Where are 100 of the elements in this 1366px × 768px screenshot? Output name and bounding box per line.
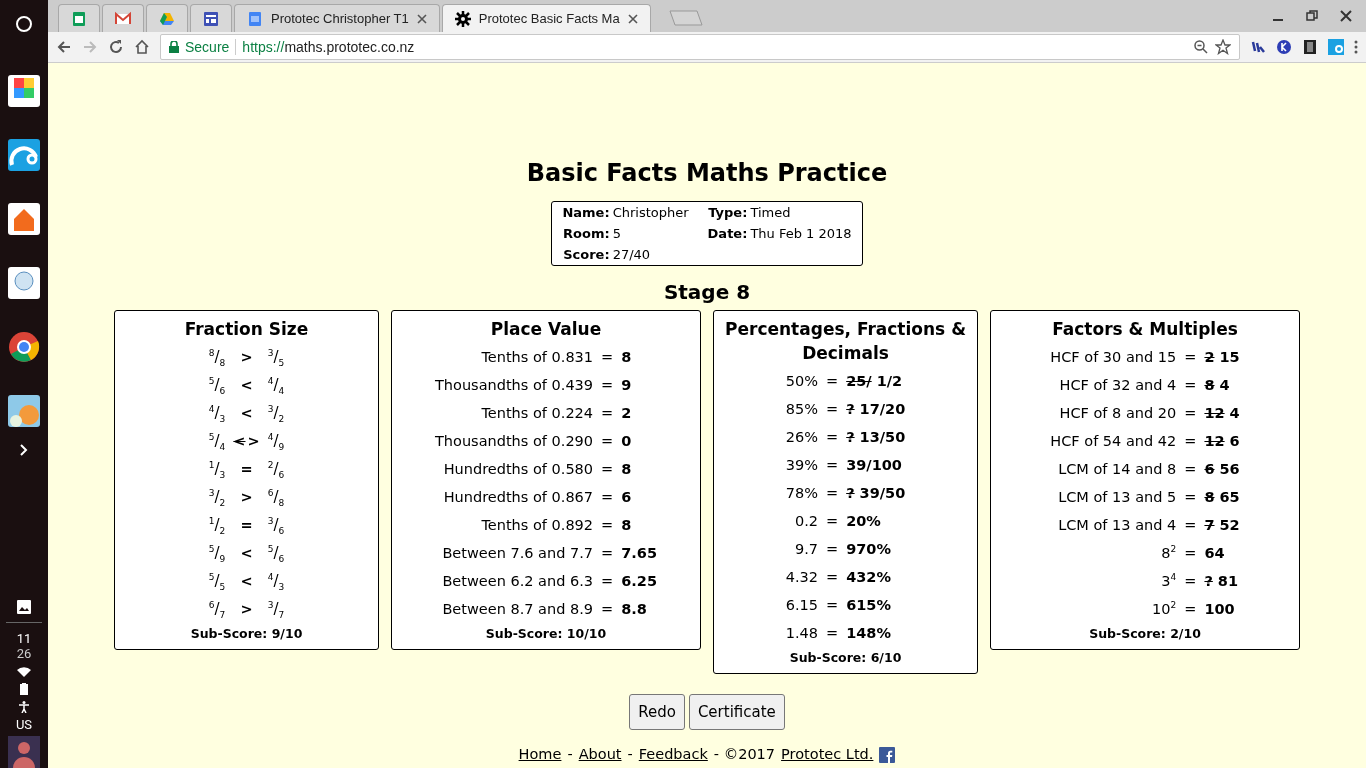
- crossed-answer: ?: [846, 400, 855, 419]
- comparison-answer: =: [240, 516, 253, 535]
- fraction: $^{5}$/$_{4}$: [208, 431, 226, 454]
- comparison-answer: >: [240, 600, 253, 619]
- secure-label: Secure: [185, 39, 230, 55]
- answer-text: 8: [621, 516, 632, 535]
- fraction: $^{1}$/$_{3}$: [208, 459, 226, 482]
- fraction: $^{3}$/$_{7}$: [267, 599, 285, 622]
- colorful-app-icon[interactable]: [8, 75, 40, 107]
- equals-sign: =: [601, 516, 614, 535]
- facebook-icon[interactable]: [879, 746, 896, 763]
- equals-sign: =: [601, 544, 614, 563]
- question-text: 50%: [785, 372, 819, 391]
- section-title: Fraction Size: [184, 318, 309, 341]
- browser-tab[interactable]: [190, 4, 232, 32]
- sub-score: Sub-Score: 10/10: [485, 625, 607, 643]
- equals-sign: =: [1184, 460, 1197, 479]
- letter-circle-icon[interactable]: [1276, 39, 1292, 55]
- question-text: Hundredths of 0.580: [442, 460, 594, 479]
- footer-link[interactable]: Feedback: [638, 746, 708, 763]
- fraction: $^{3}$/$_{6}$: [267, 515, 285, 538]
- equals-sign: =: [826, 624, 839, 643]
- equals-sign: =: [601, 348, 614, 367]
- question-text: HCF of 8 and 20: [1058, 404, 1177, 423]
- home-icon[interactable]: [134, 39, 150, 55]
- close-icon[interactable]: [627, 13, 638, 24]
- answer-text: 4: [1229, 404, 1240, 423]
- film-icon[interactable]: [1302, 39, 1318, 55]
- avatar-icon[interactable]: [8, 736, 40, 768]
- crossed-answer: 25/: [846, 372, 872, 391]
- equals-sign: =: [1184, 348, 1197, 367]
- browser-tab[interactable]: [58, 4, 100, 32]
- answer-text: 8: [621, 348, 632, 367]
- browser-tab[interactable]: Prototec Christopher T1: [234, 4, 440, 32]
- stage-heading: Stage 8: [663, 280, 751, 304]
- question-text: Between 7.6 and 7.7: [441, 544, 594, 563]
- question-text: 3$^{4}$: [1160, 571, 1177, 591]
- footer-link[interactable]: About: [578, 746, 622, 763]
- question-text: LCM of 13 and 4: [1057, 516, 1177, 535]
- answer-text: 13/50: [859, 428, 906, 447]
- equals-sign: =: [601, 488, 614, 507]
- info-label: Room:: [562, 225, 610, 243]
- question-text: 4.32: [785, 568, 819, 587]
- crossed-answer: 2: [1204, 348, 1215, 367]
- footer-link[interactable]: Home: [518, 746, 562, 763]
- browser-tab[interactable]: Prototec Basic Facts Ma: [441, 4, 651, 32]
- fraction: $^{3}$/$_{5}$: [267, 347, 285, 370]
- form-icon: [203, 10, 219, 27]
- answer-text: 6: [621, 488, 632, 507]
- question-text: HCF of 30 and 15: [1050, 348, 1177, 367]
- browser-tab[interactable]: [102, 4, 144, 32]
- image-icon[interactable]: [17, 600, 31, 614]
- action-button[interactable]: Certificate: [688, 694, 785, 730]
- reload-icon[interactable]: [108, 39, 124, 55]
- crossed-answer: 8: [1204, 488, 1215, 507]
- menu-icon[interactable]: [1354, 39, 1358, 55]
- battery-icon: [20, 683, 28, 695]
- info-label: Type:: [707, 204, 748, 222]
- answer-text: 56: [1219, 460, 1240, 479]
- comparison-answer: <: [240, 544, 253, 563]
- footer-link[interactable]: Prototec Ltd.: [781, 746, 874, 763]
- info-value: 27/40: [612, 246, 652, 264]
- fraction: $^{5}$/$_{5}$: [208, 571, 226, 594]
- equals-sign: =: [1184, 516, 1197, 535]
- fraction: $^{8}$/$_{8}$: [208, 347, 226, 370]
- info-label: Score:: [562, 246, 610, 264]
- answer-text: 432%: [846, 568, 891, 587]
- close-icon[interactable]: [416, 13, 427, 24]
- wave-icon[interactable]: [1328, 39, 1344, 55]
- address-bar[interactable]: Secure https://maths.prototec.co.nz: [160, 34, 1240, 60]
- back-icon[interactable]: [56, 39, 72, 55]
- comparison-answer: <: [240, 404, 253, 423]
- gear-icon: [454, 10, 471, 27]
- circle-app-icon[interactable]: [8, 267, 40, 299]
- crossed-answer: ?: [1204, 572, 1213, 591]
- launcher-icon[interactable]: [15, 15, 33, 33]
- zoom-out-icon[interactable]: [1193, 39, 1209, 55]
- house-app-icon[interactable]: [8, 203, 40, 235]
- fraction: $^{2}$/$_{6}$: [267, 459, 285, 482]
- wave-app-icon[interactable]: [8, 139, 40, 171]
- equals-sign: =: [826, 400, 839, 419]
- keyboard-layout[interactable]: US: [15, 717, 33, 732]
- info-value: Timed: [750, 204, 792, 222]
- lock-icon: [169, 41, 179, 53]
- question-text: 9.7: [793, 540, 819, 559]
- fraction: $^{5}$/$_{6}$: [267, 543, 285, 566]
- star-icon[interactable]: [1215, 39, 1231, 55]
- fraction: $^{3}$/$_{2}$: [267, 403, 285, 426]
- spreadsheet-icon: [71, 10, 87, 27]
- extension-icon[interactable]: [1250, 39, 1266, 55]
- action-button[interactable]: Redo: [629, 694, 685, 730]
- info-label: Date:: [706, 225, 748, 243]
- answer-text: 9: [621, 376, 632, 395]
- answer-text: 6: [1229, 432, 1240, 451]
- equals-sign: =: [826, 512, 839, 531]
- restore-icon[interactable]: [1306, 10, 1318, 22]
- equals-sign: =: [601, 600, 614, 619]
- answer-text: 8: [621, 460, 632, 479]
- close-icon[interactable]: [1340, 10, 1352, 22]
- chrome-icon[interactable]: [8, 331, 40, 363]
